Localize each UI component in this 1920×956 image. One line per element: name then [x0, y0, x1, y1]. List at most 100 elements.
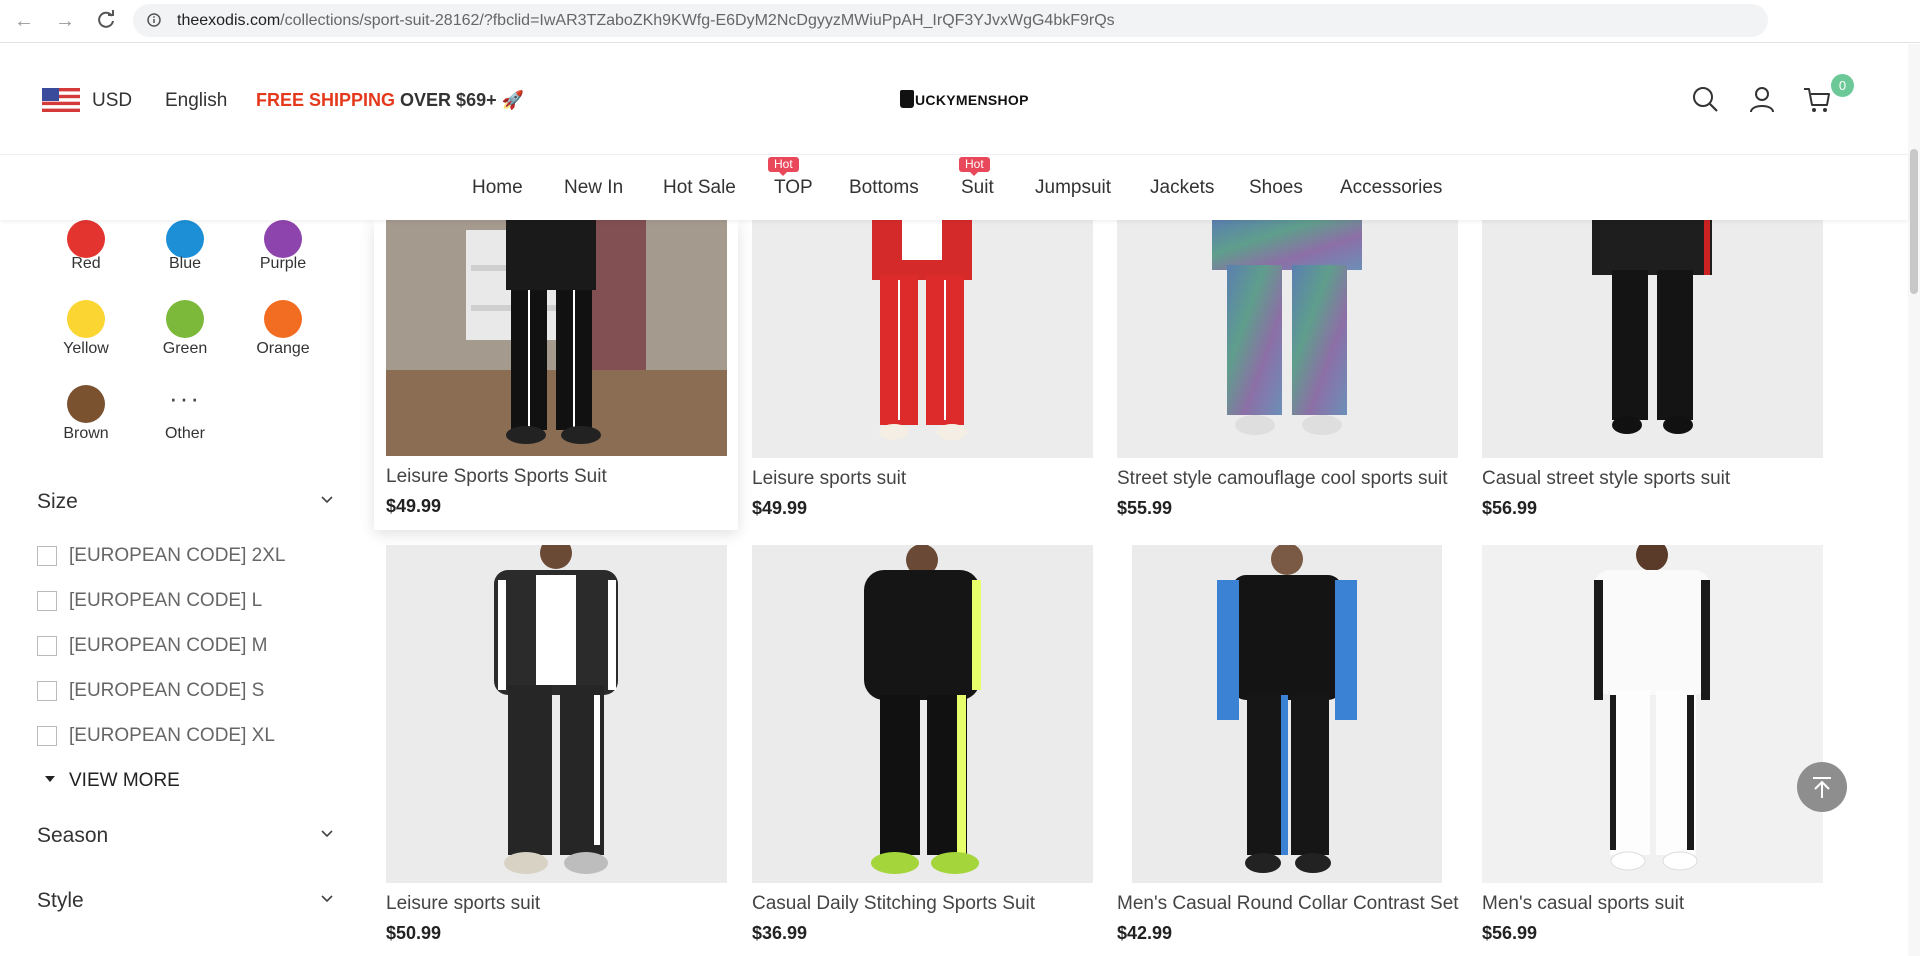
nav-item-new-in[interactable]: New In	[564, 177, 623, 199]
season-filter-title[interactable]: Season	[37, 824, 108, 848]
caret-down-icon	[45, 776, 55, 782]
product-image[interactable]	[386, 545, 727, 883]
main-navigation: Home New In Hot Sale Hot TOP Bottoms Hot…	[0, 154, 1908, 220]
size-option-label[interactable]: [EUROPEAN CODE] S	[69, 680, 264, 702]
nav-item-top[interactable]: TOP	[774, 177, 813, 199]
product-name[interactable]: Leisure Sports Sports Suit	[386, 466, 607, 488]
color-label: Orange	[256, 340, 310, 357]
cart-count-badge: 0	[1831, 74, 1854, 97]
product-price: $56.99	[1482, 923, 1538, 943]
size-checkbox[interactable]	[37, 636, 57, 656]
product-price: $50.99	[386, 923, 442, 943]
product-name[interactable]: Leisure sports suit	[752, 468, 906, 490]
size-option-label[interactable]: [EUROPEAN CODE] XL	[69, 725, 275, 747]
color-label: Other	[164, 425, 205, 442]
product-name[interactable]: Men's Casual Round Collar Contrast Set	[1117, 893, 1459, 915]
currency-selector[interactable]: USD	[92, 90, 132, 112]
url-path: /collections/sport-suit-28162/?fbclid=Iw…	[280, 12, 1115, 29]
chevron-down-icon[interactable]	[320, 892, 334, 906]
size-checkbox[interactable]	[37, 546, 57, 566]
back-to-top-button[interactable]	[1797, 762, 1847, 812]
chevron-down-icon[interactable]	[320, 493, 334, 507]
color-label: Green	[162, 340, 208, 357]
back-icon[interactable]: ←	[12, 9, 36, 33]
style-filter-title[interactable]: Style	[37, 889, 84, 913]
nav-item-home[interactable]: Home	[472, 177, 523, 199]
color-swatch-orange[interactable]	[264, 300, 302, 338]
size-checkbox[interactable]	[37, 681, 57, 701]
product-price: $42.99	[1117, 923, 1173, 943]
size-checkbox[interactable]	[37, 591, 57, 611]
product-image[interactable]	[1482, 545, 1823, 883]
product-image[interactable]	[386, 220, 727, 456]
product-image[interactable]	[1117, 545, 1458, 883]
cart-icon[interactable]	[1802, 84, 1832, 114]
color-label: Brown	[63, 425, 109, 442]
url-host: theexodis.com	[177, 12, 281, 29]
chevron-down-icon[interactable]	[320, 827, 334, 841]
product-name[interactable]: Street style camouflage cool sports suit	[1117, 468, 1448, 490]
color-label: Red	[71, 255, 101, 272]
site-info-icon[interactable]	[147, 13, 161, 27]
nav-item-jumpsuit[interactable]: Jumpsuit	[1035, 177, 1111, 199]
color-swatch-blue[interactable]	[166, 220, 204, 258]
size-checkbox[interactable]	[37, 726, 57, 746]
site-header: USD English FREE SHIPPING OVER $69+ 🚀 UC…	[0, 44, 1908, 154]
site-logo[interactable]: UCKYMENSHOP	[900, 90, 1029, 108]
color-swatch-brown[interactable]	[67, 385, 105, 423]
size-option-label[interactable]: [EUROPEAN CODE] 2XL	[69, 545, 285, 567]
hot-badge: Hot	[959, 157, 990, 176]
browser-toolbar: ← → theexodis.com/collections/sport-suit…	[0, 0, 1920, 43]
forward-icon[interactable]: →	[53, 9, 77, 33]
hot-badge: Hot	[768, 157, 799, 176]
product-name[interactable]: Casual Daily Stitching Sports Suit	[752, 893, 1035, 915]
color-swatch-yellow[interactable]	[67, 300, 105, 338]
size-option-label[interactable]: [EUROPEAN CODE] M	[69, 635, 267, 657]
product-name[interactable]: Casual street style sports suit	[1482, 468, 1730, 490]
product-price: $49.99	[752, 498, 808, 518]
arrow-up-icon	[1813, 777, 1831, 798]
view-more-button[interactable]: VIEW MORE	[45, 770, 180, 792]
language-selector[interactable]: English	[165, 90, 227, 112]
product-price: $36.99	[752, 923, 808, 943]
search-icon[interactable]	[1690, 84, 1720, 114]
scrollbar-thumb[interactable]	[1910, 149, 1918, 294]
product-price: $56.99	[1482, 498, 1538, 518]
product-price: $55.99	[1117, 498, 1173, 518]
product-name[interactable]: Men's casual sports suit	[1482, 893, 1684, 915]
page-scrollbar[interactable]	[1908, 44, 1920, 956]
product-name[interactable]: Leisure sports suit	[386, 893, 540, 915]
account-icon[interactable]	[1747, 84, 1777, 114]
color-label: Purple	[259, 255, 307, 272]
nav-item-accessories[interactable]: Accessories	[1340, 177, 1442, 199]
color-swatch-green[interactable]	[166, 300, 204, 338]
nav-item-suit[interactable]: Suit	[961, 177, 994, 199]
product-image[interactable]	[1482, 220, 1823, 458]
size-filter-title[interactable]: Size	[37, 490, 78, 514]
color-label: Yellow	[63, 340, 109, 357]
shipping-banner-highlight: FREE SHIPPING	[256, 90, 396, 110]
color-swatch-purple[interactable]	[264, 220, 302, 258]
more-colors-icon[interactable]: ···	[169, 383, 201, 414]
shipping-banner-text: OVER $69+	[400, 90, 497, 110]
url-text[interactable]: theexodis.com/collections/sport-suit-281…	[177, 12, 1115, 30]
rocket-icon: 🚀	[501, 90, 525, 110]
shipping-banner: FREE SHIPPING OVER $69+ 🚀	[256, 90, 524, 111]
nav-item-jackets[interactable]: Jackets	[1150, 177, 1214, 199]
nav-item-bottoms[interactable]: Bottoms	[849, 177, 919, 199]
size-option-label[interactable]: [EUROPEAN CODE] L	[69, 590, 262, 612]
color-swatch-red[interactable]	[67, 220, 105, 258]
address-bar[interactable]: theexodis.com/collections/sport-suit-281…	[133, 4, 1768, 37]
logo-text: UCKYMENSHOP	[915, 92, 1029, 108]
nav-item-hot-sale[interactable]: Hot Sale	[663, 177, 736, 199]
reload-icon[interactable]	[94, 9, 118, 33]
product-price: $49.99	[386, 496, 442, 516]
nav-item-shoes[interactable]: Shoes	[1249, 177, 1303, 199]
logo-bag-icon	[900, 90, 914, 108]
us-flag-icon[interactable]	[42, 88, 80, 112]
product-image[interactable]	[752, 545, 1093, 883]
color-label: Blue	[168, 255, 202, 272]
view-more-label: VIEW MORE	[69, 770, 180, 791]
product-image[interactable]	[1117, 220, 1458, 458]
product-image[interactable]	[752, 220, 1093, 458]
